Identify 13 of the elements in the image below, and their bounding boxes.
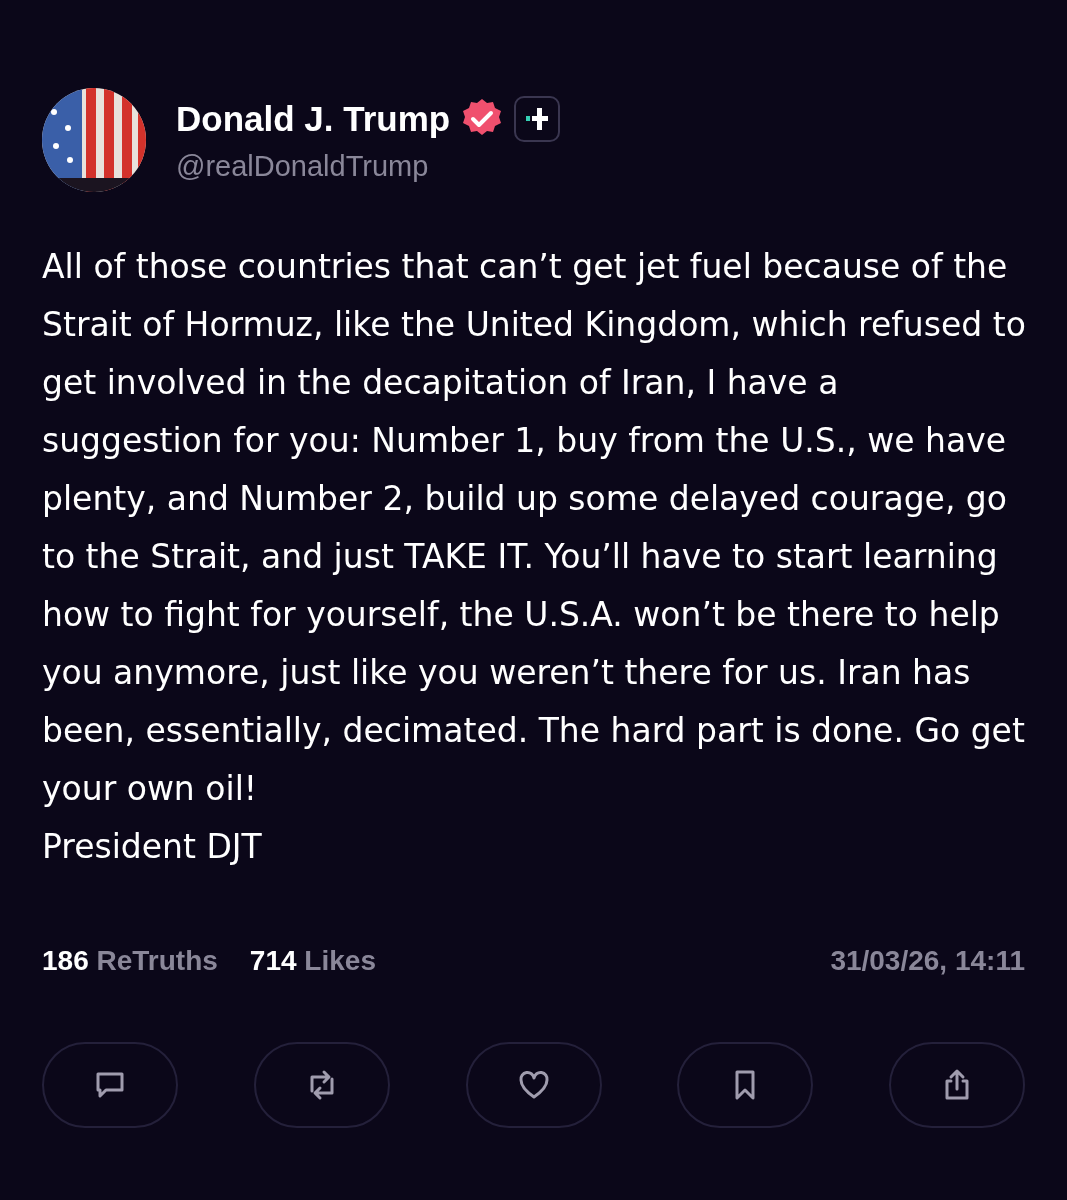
author-handle[interactable]: @realDonaldTrump	[176, 148, 561, 184]
reply-button[interactable]	[42, 1042, 178, 1128]
post-text: All of those countries that can’t get jet fuel because of the Strait of Hormuz, like the United Kingdom, which refused to get involved in the decapitation of Iran, I have a suggestion for you: Number 1, buy from the U.S., we have plenty, and Number 2, build up some delayed courage, go to the Strait, and just TAKE IT. You’ll have to start learning how to fight for yourself, the U.S.A. won’t be there to help you anymore, just like you weren’t there for us. Iran has been, essentially, decimated. The hard part is done. Go get your own oil!	[42, 246, 1027, 810]
like-button[interactable]	[465, 1042, 602, 1128]
timestamp: 31/03/26, 14:11	[830, 944, 1025, 978]
bookmark-button[interactable]	[677, 1042, 814, 1128]
author-name[interactable]: Donald J. Trump	[176, 97, 451, 141]
post-text: President DJT	[42, 826, 263, 868]
stat-link[interactable]: 186 ReTruths	[42, 940, 218, 982]
retruth-button[interactable]	[253, 1042, 390, 1128]
stat-link[interactable]: 714 Likes	[249, 940, 376, 982]
plus-icon	[524, 106, 551, 132]
share-button[interactable]	[889, 1042, 1025, 1128]
